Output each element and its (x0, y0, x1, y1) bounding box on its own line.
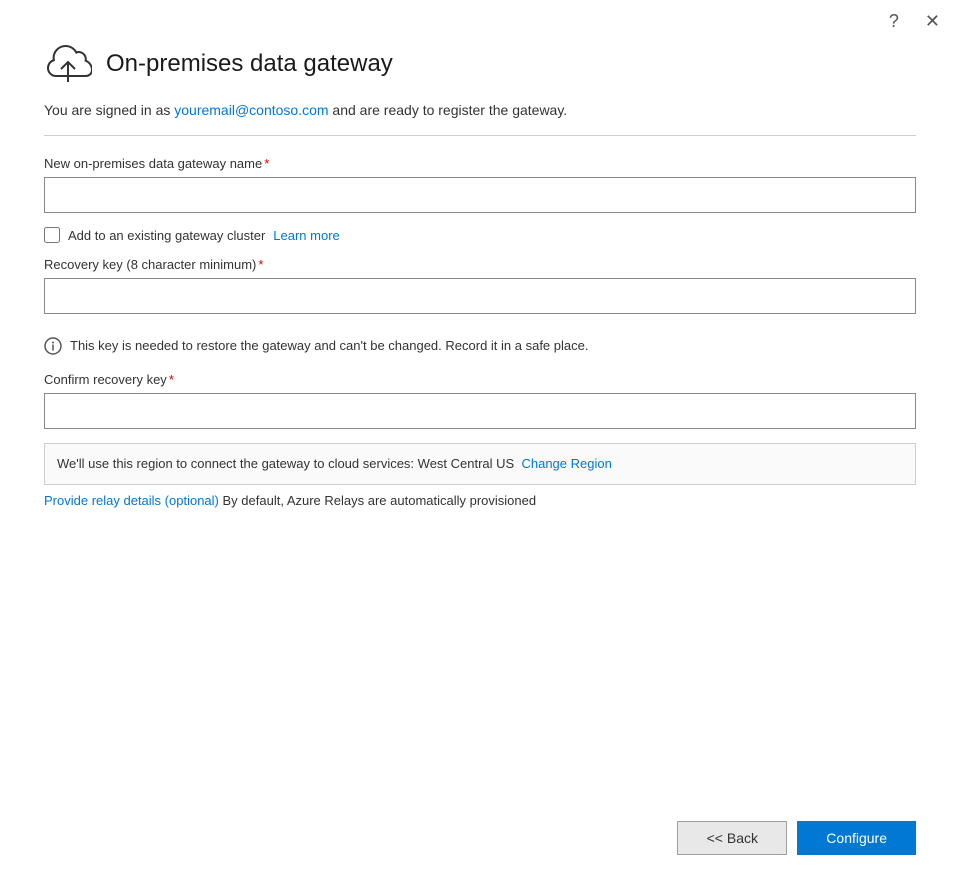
existing-cluster-checkbox[interactable] (44, 227, 60, 243)
dialog-content: On-premises data gateway You are signed … (0, 32, 960, 797)
info-text: This key is needed to restore the gatewa… (70, 336, 588, 356)
help-button[interactable]: ? (885, 10, 903, 32)
change-region-link[interactable]: Change Region (521, 456, 611, 471)
section-divider (44, 135, 916, 136)
subtitle-prefix: You are signed in as (44, 102, 174, 118)
email-link[interactable]: youremail@contoso.com (174, 102, 328, 118)
title-row: On-premises data gateway (44, 42, 916, 86)
gateway-name-input[interactable] (44, 177, 916, 213)
confirm-key-label: Confirm recovery key* (44, 372, 916, 387)
region-box: We'll use this region to connect the gat… (44, 443, 916, 486)
footer: << Back Configure (0, 797, 960, 887)
configure-button[interactable]: Configure (797, 821, 916, 855)
confirm-key-required: * (169, 372, 174, 387)
dialog-title: On-premises data gateway (106, 50, 393, 78)
info-icon (44, 337, 62, 355)
checkbox-row: Add to an existing gateway cluster Learn… (44, 227, 916, 243)
gateway-name-required: * (264, 156, 269, 171)
gateway-name-section: New on-premises data gateway name* (44, 156, 916, 213)
confirm-key-section: Confirm recovery key* (44, 372, 916, 429)
region-text-prefix: We'll use this region to connect the gat… (57, 456, 514, 471)
relay-details-link[interactable]: Provide relay details (optional) (44, 493, 219, 508)
recovery-key-section: Recovery key (8 character minimum)* (44, 257, 916, 314)
dialog-header-controls: ? ✕ (0, 0, 960, 32)
recovery-key-label: Recovery key (8 character minimum)* (44, 257, 916, 272)
checkbox-label: Add to an existing gateway cluster (68, 228, 265, 243)
confirm-key-input[interactable] (44, 393, 916, 429)
gateway-name-label: New on-premises data gateway name* (44, 156, 916, 171)
recovery-key-required: * (258, 257, 263, 272)
back-button[interactable]: << Back (677, 821, 787, 855)
close-button[interactable]: ✕ (921, 10, 944, 32)
relay-row: Provide relay details (optional) By defa… (44, 493, 916, 508)
info-row: This key is needed to restore the gatewa… (44, 336, 916, 356)
subtitle-text: You are signed in as youremail@contoso.c… (44, 100, 916, 121)
dialog-container: ? ✕ On-premises data gateway You are sig… (0, 0, 960, 887)
cloud-upload-icon (44, 42, 92, 86)
recovery-key-input[interactable] (44, 278, 916, 314)
subtitle-suffix: and are ready to register the gateway. (329, 102, 568, 118)
learn-more-link[interactable]: Learn more (273, 228, 339, 243)
relay-suffix-text: By default, Azure Relays are automatical… (223, 493, 537, 508)
